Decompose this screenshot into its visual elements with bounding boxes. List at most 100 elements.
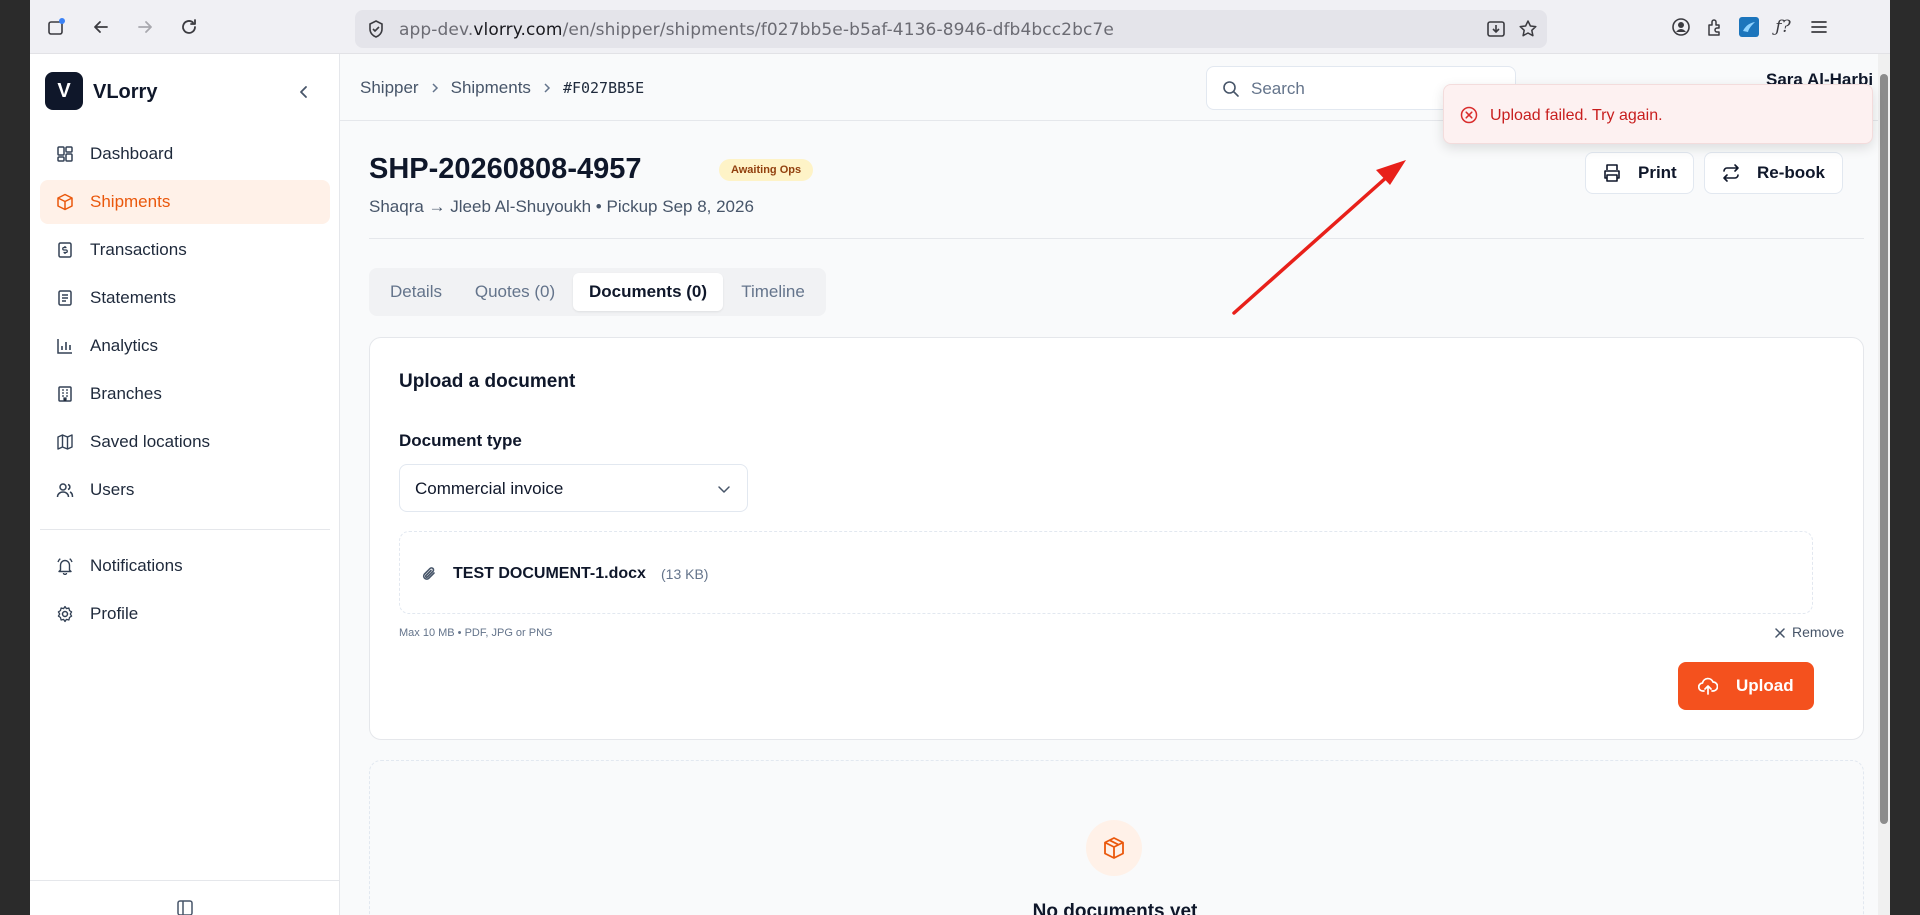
upload-label: Upload — [1736, 676, 1794, 695]
breadcrumb: Shipper Shipments #F027BB5E — [360, 78, 644, 98]
users-icon — [54, 479, 76, 501]
document-type-label: Document type — [399, 431, 522, 450]
brand-logo[interactable]: V — [45, 72, 83, 110]
repeat-icon — [1721, 163, 1741, 183]
documents-empty-state: No documents yet — [369, 760, 1864, 915]
selected-file-name: TEST DOCUMENT-1.docx — [453, 565, 646, 582]
chart-icon — [54, 335, 76, 357]
shipment-route: Shaqra → Jleeb Al-Shuyoukh • Pickup Sep … — [369, 197, 754, 216]
chevron-right-icon — [541, 82, 553, 94]
page-scrollbar[interactable] — [1878, 54, 1890, 915]
print-label: Print — [1638, 163, 1677, 182]
sidebar: V VLorry Dashboard Shipments Transaction… — [30, 54, 340, 915]
file-dropzone[interactable]: TEST DOCUMENT-1.docx (13 KB) — [399, 531, 1813, 614]
dashboard-icon — [54, 143, 76, 165]
sidebar-item-dashboard[interactable]: Dashboard — [40, 132, 330, 176]
menu-icon[interactable] — [1806, 14, 1832, 40]
print-button[interactable]: Print — [1585, 152, 1694, 194]
sidebar-item-saved-locations[interactable]: Saved locations — [40, 420, 330, 464]
breadcrumb-shipments[interactable]: Shipments — [451, 78, 531, 98]
upload-card: Upload a document Document type Commerci… — [369, 337, 1864, 740]
box-icon — [54, 191, 76, 213]
receipt-icon — [54, 239, 76, 261]
sidebar-panel-icon[interactable] — [176, 899, 194, 915]
sidebar-item-label: Transactions — [90, 240, 187, 259]
statement-icon — [54, 287, 76, 309]
sidebar-item-statements[interactable]: Statements — [40, 276, 330, 320]
close-icon — [1774, 626, 1786, 638]
sidebar-item-users[interactable]: Users — [40, 468, 330, 512]
search-icon — [1221, 79, 1241, 99]
sidebar-item-label: Dashboard — [90, 144, 174, 163]
tab-timeline[interactable]: Timeline — [725, 273, 821, 311]
sidebar-item-transactions[interactable]: Transactions — [40, 228, 330, 272]
back-icon[interactable] — [88, 14, 114, 40]
toast-message: Upload failed. Try again. — [1490, 107, 1663, 124]
sidebar-item-analytics[interactable]: Analytics — [40, 324, 330, 368]
chevron-down-icon — [715, 480, 733, 498]
breadcrumb-current: #F027BB5E — [562, 79, 645, 97]
document-type-value: Commercial invoice — [415, 479, 564, 498]
header-divider — [369, 238, 1864, 239]
sidebar-item-profile[interactable]: Profile — [40, 592, 330, 636]
status-badge: Awaiting Ops — [719, 159, 814, 181]
sidebar-item-label: Analytics — [90, 336, 159, 355]
page-title: SHP-20260808-4957 — [369, 153, 642, 185]
error-toast[interactable]: Upload failed. Try again. — [1443, 84, 1873, 144]
gear-icon — [54, 603, 76, 625]
url-text[interactable]: app-dev.vlorry.com/en/shipper/shipments/… — [399, 20, 1114, 40]
sidebar-item-label: Users — [90, 480, 135, 499]
remove-label: Remove — [1792, 624, 1845, 640]
brand-name[interactable]: VLorry — [93, 81, 157, 104]
scrollbar-thumb[interactable] — [1880, 74, 1888, 824]
selected-file-size: (13 KB) — [661, 566, 709, 582]
browser-toolbar: app-dev.vlorry.com/en/shipper/shipments/… — [30, 0, 1890, 54]
bell-icon — [54, 555, 76, 577]
browser-window: app-dev.vlorry.com/en/shipper/shipments/… — [30, 0, 1890, 915]
tab-documents[interactable]: Documents (0) — [573, 273, 723, 311]
sidebar-item-label: Statements — [90, 288, 176, 307]
download-icon[interactable] — [1483, 16, 1509, 42]
rebook-label: Re-book — [1757, 163, 1825, 182]
tab-bar: Details Quotes (0) Documents (0) Timelin… — [369, 268, 826, 316]
site-info-icon[interactable] — [363, 16, 389, 42]
empty-box-icon — [1086, 820, 1142, 876]
sidebar-item-shipments[interactable]: Shipments — [40, 180, 330, 224]
rebook-button[interactable]: Re-book — [1704, 152, 1843, 194]
sidebar-item-branches[interactable]: Branches — [40, 372, 330, 416]
account-icon[interactable] — [1668, 14, 1694, 40]
extensions-icon[interactable] — [1702, 14, 1728, 40]
paperclip-icon — [420, 564, 440, 584]
printer-icon — [1602, 163, 1622, 183]
bookmark-star-icon[interactable] — [1515, 16, 1541, 42]
upload-button[interactable]: Upload — [1678, 662, 1814, 710]
building-icon — [54, 383, 76, 405]
tab-details[interactable]: Details — [374, 273, 458, 311]
error-circle-icon — [1460, 106, 1478, 124]
forward-icon[interactable] — [132, 14, 158, 40]
sidebar-item-label: Branches — [90, 384, 162, 403]
sidebar-item-label: Notifications — [90, 556, 183, 575]
upload-card-title: Upload a document — [399, 371, 576, 392]
chevron-right-icon — [429, 82, 441, 94]
sidebar-item-label: Shipments — [90, 192, 171, 211]
cloud-upload-icon — [1697, 676, 1719, 696]
formula-extension-icon[interactable]: ƒ? — [1770, 14, 1796, 40]
search-placeholder: Search — [1251, 79, 1305, 98]
address-bar[interactable]: app-dev.vlorry.com/en/shipper/shipments/… — [355, 10, 1547, 48]
sidebar-item-label: Profile — [90, 604, 139, 623]
upload-hint: Max 10 MB • PDF, JPG or PNG — [399, 627, 553, 639]
tab-overview-icon[interactable] — [44, 14, 70, 40]
breadcrumb-shipper[interactable]: Shipper — [360, 78, 419, 98]
screenshot-extension-icon[interactable] — [1736, 14, 1762, 40]
sidebar-footer-divider — [30, 880, 340, 881]
reload-icon[interactable] — [176, 14, 202, 40]
document-type-select[interactable]: Commercial invoice — [399, 464, 748, 512]
remove-file-button[interactable]: Remove — [1774, 624, 1844, 640]
sidebar-divider — [40, 529, 330, 530]
sidebar-item-label: Saved locations — [90, 432, 211, 451]
collapse-sidebar-button[interactable] — [292, 80, 316, 104]
empty-state-title: No documents yet — [1032, 901, 1198, 915]
tab-quotes[interactable]: Quotes (0) — [460, 273, 570, 311]
sidebar-item-notifications[interactable]: Notifications — [40, 544, 330, 588]
